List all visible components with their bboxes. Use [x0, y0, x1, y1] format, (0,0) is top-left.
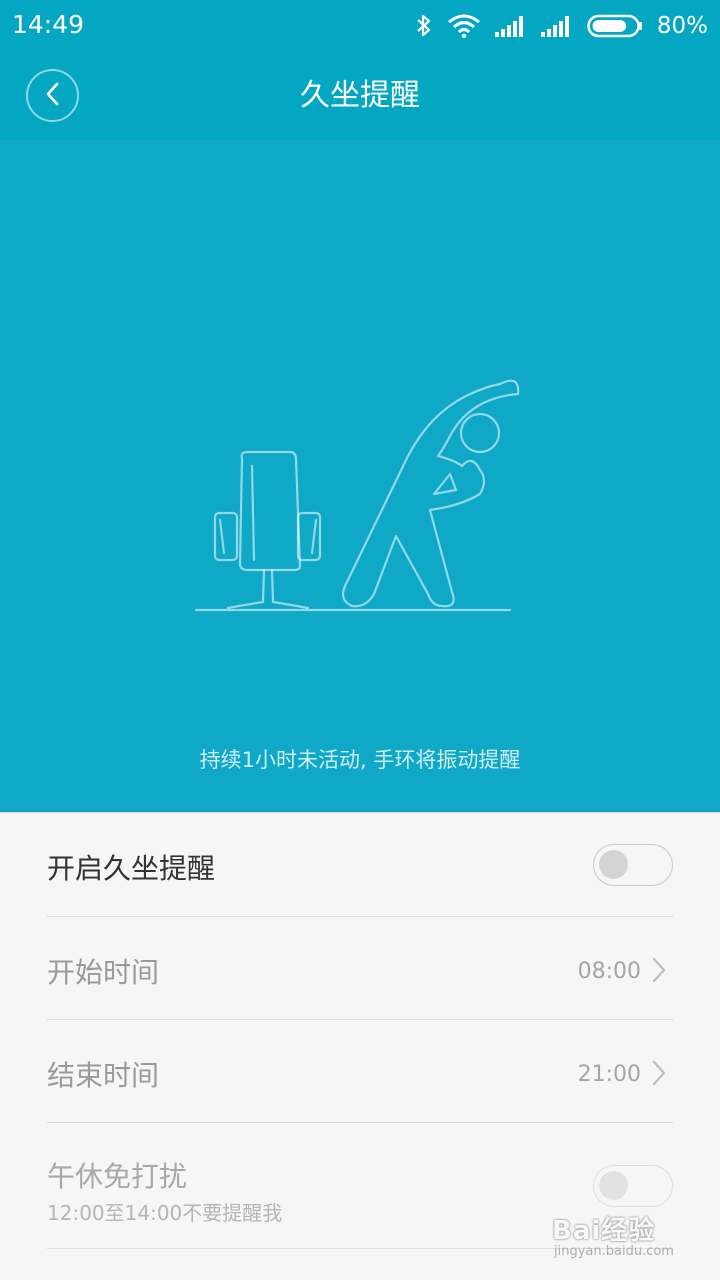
watermark-logo: Bai经验 [552, 1216, 656, 1246]
signal-icon [494, 15, 527, 37]
sedentary-illustration [194, 379, 520, 612]
toggle-knob [599, 850, 628, 879]
status-time: 14:49 [12, 10, 85, 39]
signal-icon [540, 15, 573, 37]
end-time-row[interactable]: 结束时间 21:00 [47, 1020, 673, 1123]
end-time-value: 21:00 [577, 1062, 641, 1087]
wifi-icon [447, 14, 481, 38]
start-time-value: 08:00 [577, 959, 641, 984]
nap-dnd-label: 午休免打扰 [47, 1160, 188, 1193]
page-title: 久坐提醒 [300, 78, 420, 113]
hero-caption: 持续1小时未活动, 手环将振动提醒 [199, 748, 521, 772]
bluetooth-icon [415, 13, 433, 39]
watermark-url: jingyan.baidu.com [554, 1244, 674, 1259]
status-bar: 14:49 80% [0, 0, 720, 52]
chevron-left-icon [43, 81, 63, 111]
enable-reminder-row[interactable]: 开启久坐提醒 [47, 813, 673, 917]
end-time-label: 结束时间 [47, 1059, 160, 1092]
start-time-row[interactable]: 开始时间 08:00 [47, 917, 673, 1020]
battery-icon [587, 14, 643, 38]
enable-reminder-toggle[interactable] [593, 844, 673, 886]
status-icons: 80% [415, 8, 708, 44]
hero-banner: 持续1小时未活动, 手环将振动提醒 [0, 140, 720, 812]
app-bar: 久坐提醒 [0, 52, 720, 140]
enable-reminder-label: 开启久坐提醒 [47, 852, 216, 885]
watermark: Bai经验 jingyan.baidu.com [552, 1196, 682, 1266]
nap-dnd-sublabel: 12:00至14:00不要提醒我 [47, 1201, 283, 1225]
battery-percent: 80% [656, 13, 708, 39]
start-time-label: 开始时间 [47, 956, 160, 989]
chevron-right-icon [651, 1060, 667, 1090]
chevron-right-icon [651, 957, 667, 987]
back-button[interactable] [26, 69, 79, 122]
